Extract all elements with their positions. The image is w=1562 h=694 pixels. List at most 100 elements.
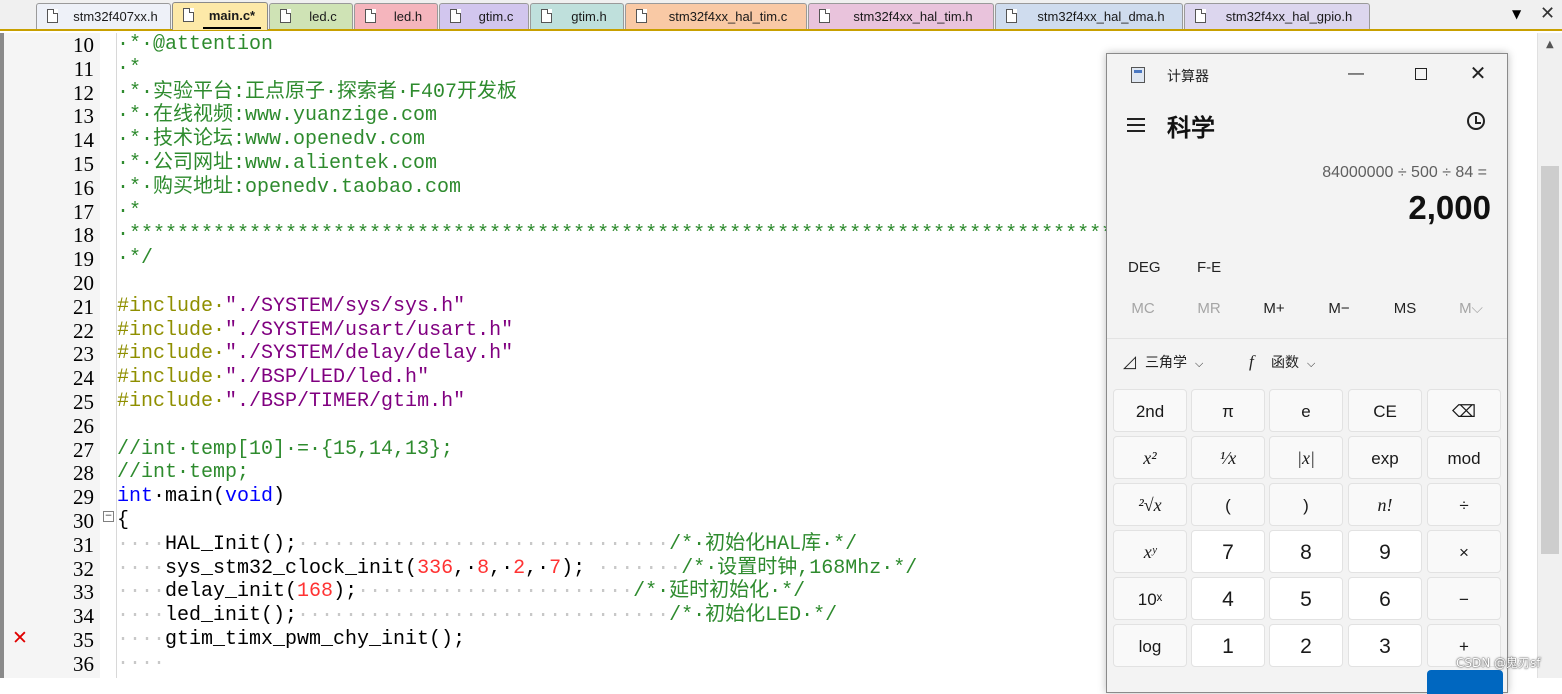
mod-button[interactable]: mod [1427,436,1501,479]
close-button[interactable]: ✕ [1458,60,1498,88]
minimize-button[interactable]: — [1336,60,1376,88]
memory-button-mplus[interactable]: M+ [1242,300,1306,317]
tab-stm32f407xx-h[interactable]: stm32f407xx.h [36,3,171,29]
equals-button[interactable] [1427,670,1503,694]
memory-button-mc[interactable]: MC [1111,300,1175,317]
code-line: 12 ·*·实验平台:正点原子·探索者·F407开发板 [4,81,1104,105]
digit-4-button[interactable]: 4 [1191,577,1265,620]
maximize-button[interactable] [1401,60,1441,88]
code-text: #include·"./SYSTEM/usart/usart.h" [117,319,513,343]
code-text: { [117,509,129,533]
code-line: 11 ·* [4,57,1104,81]
tab-list-dropdown-icon[interactable]: ▼ [1512,7,1521,21]
digit-5-button[interactable]: 5 [1269,577,1343,620]
tab-label: gtim.h [571,9,607,24]
code-token: ·*·公司网址:www.alientek.com [117,152,438,175]
digit-6-button[interactable]: 6 [1348,577,1422,620]
vertical-scrollbar[interactable]: ▲ [1537,33,1562,678]
code-token: ·* [117,56,142,80]
code-token: 2 [513,556,526,580]
trigonometry-dropdown[interactable]: ◿ 三角学 ⌵ [1123,352,1203,372]
code-text: ·*·公司网址:www.alientek.com [117,152,437,176]
line-number: 27 [73,437,94,462]
hamburger-menu-icon[interactable] [1127,118,1145,132]
scroll-up-icon[interactable]: ▲ [1546,39,1554,50]
second-button[interactable]: 2nd [1113,389,1187,432]
tab-gtim-c[interactable]: gtim.c [439,3,529,29]
digit-8-button[interactable]: 8 [1269,530,1343,573]
tab-led-h[interactable]: led.h [354,3,438,29]
memory-button-mr[interactable]: MR [1177,300,1241,317]
multiply-button[interactable]: × [1427,530,1501,573]
memory-button-ms[interactable]: MS [1373,300,1437,317]
code-token: ···· [117,580,166,604]
tab-main-c[interactable]: main.c* [172,2,268,30]
file-icon [819,9,830,23]
square-button[interactable]: x² [1113,436,1187,479]
trigonometry-label: 三角学 [1145,354,1187,370]
line-number: 13 [73,104,94,129]
digit-1-button[interactable]: 1 [1191,624,1265,667]
code-token: ···· [117,628,166,651]
code-line: 20 [4,271,1104,295]
tab-label: led.h [393,9,423,24]
tab-stm32f4xx-hal-tim-h[interactable]: stm32f4xx_hal_tim.h [808,3,994,29]
memory-button-mminus[interactable]: M− [1307,300,1371,317]
tab-led-c[interactable]: led.c [269,3,353,29]
memory-button-mlist[interactable]: M⌵ [1439,300,1503,317]
digit-9-button[interactable]: 9 [1348,530,1422,573]
e-button[interactable]: e [1269,389,1343,432]
code-line: 31 ····HAL_Init();·······················… [4,533,1104,557]
fold-toggle-icon[interactable]: − [103,511,114,522]
digit-2-button[interactable]: 2 [1269,624,1343,667]
code-line: 17 ·* [4,200,1104,224]
code-line: 13 ·*·在线视频:www.yuanzige.com [4,104,1104,128]
tab-stm32f4xx-hal-dma-h[interactable]: stm32f4xx_hal_dma.h [995,3,1183,29]
tab-stm32f4xx-hal-gpio-h[interactable]: stm32f4xx_hal_gpio.h [1184,3,1370,29]
function-dropdown[interactable]: f 函数 ⌵ [1249,352,1315,372]
subtract-button[interactable]: − [1427,577,1501,620]
code-token: ·***************************************… [117,223,1258,247]
close-tab-icon[interactable]: ✕ [1540,3,1555,24]
reciprocal-button[interactable]: ¹⁄x [1191,436,1265,479]
code-token: #include· [117,390,226,413]
deg-button[interactable]: DEG [1128,259,1161,276]
line-number: 16 [73,175,94,200]
exp-button[interactable]: exp [1348,436,1422,479]
history-icon[interactable] [1467,112,1485,130]
line-number: 31 [73,532,94,557]
digit-7-button[interactable]: 7 [1191,530,1265,573]
code-token: /*·延时初始化·*/ [633,580,806,604]
factorial-button[interactable]: n! [1348,483,1422,526]
log-button[interactable]: log [1113,624,1187,667]
square-root-button[interactable]: ²√x [1113,483,1187,526]
function-label: 函数 [1271,354,1299,370]
code-text: ·* [117,57,141,81]
clear-entry-button[interactable]: CE [1348,389,1422,432]
maximize-icon [1415,67,1427,80]
tab-label: stm32f4xx_hal_tim.c [668,9,788,24]
code-token: HAL_Init(); [165,532,298,556]
code-line: 16 ·*·购买地址:openedv.taobao.com [4,176,1104,200]
tab-label: stm32f4xx_hal_dma.h [1037,9,1165,24]
file-icon [280,9,291,23]
code-token: #include· [117,318,226,342]
divide-button[interactable]: ÷ [1427,483,1501,526]
code-token: ···· [117,651,166,675]
power-button[interactable]: xʸ [1113,530,1187,573]
open-paren-button[interactable]: ( [1191,483,1265,526]
code-token: 168 [297,580,334,604]
digit-3-button[interactable]: 3 [1348,624,1422,667]
tab-gtim-h[interactable]: gtim.h [530,3,624,29]
code-token: ,· [453,556,478,580]
tab-stm32f4xx-hal-tim-c[interactable]: stm32f4xx_hal_tim.c [625,3,807,29]
code-token: //int·temp; [117,461,250,485]
ten-power-button[interactable]: 10ˣ [1113,577,1187,620]
abs-button[interactable]: |x| [1269,436,1343,479]
fe-button[interactable]: F-E [1197,259,1221,276]
code-text: ····HAL_Init();·························… [117,533,857,557]
backspace-button[interactable]: ⌫ [1427,389,1501,432]
pi-button[interactable]: π [1191,389,1265,432]
close-paren-button[interactable]: ) [1269,483,1343,526]
scrollbar-thumb[interactable] [1541,166,1559,554]
